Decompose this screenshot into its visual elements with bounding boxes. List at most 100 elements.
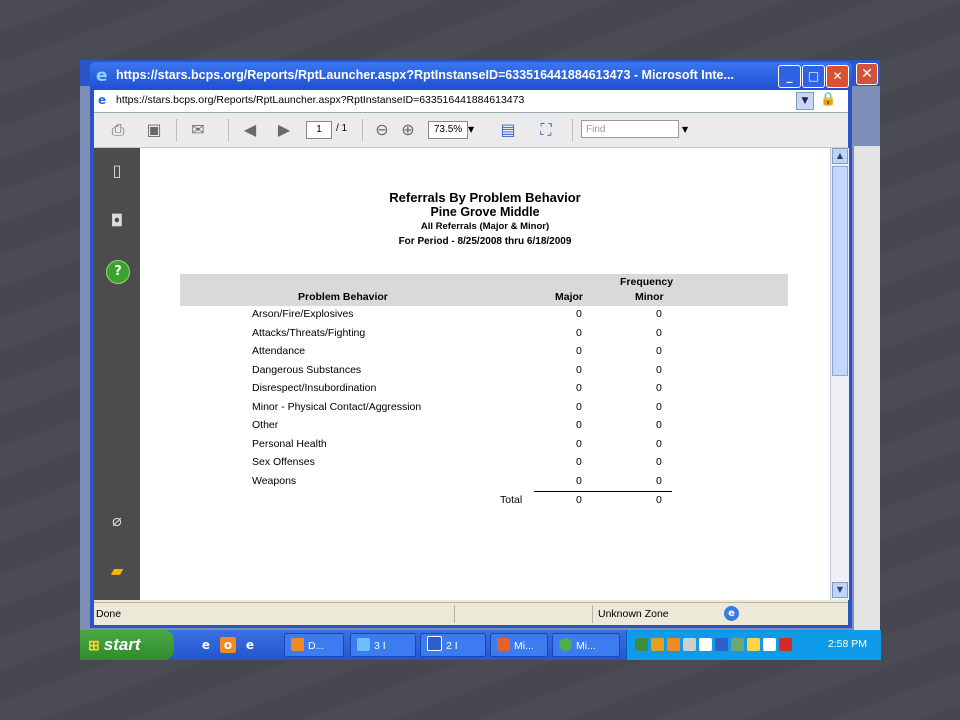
header-major: Major xyxy=(555,291,584,303)
table-row: Other 0 0 xyxy=(140,419,830,438)
tray-icon[interactable] xyxy=(747,638,760,651)
comments-icon[interactable]: ▰ xyxy=(106,560,128,582)
zoom-level-input[interactable]: 73.5% xyxy=(428,121,468,139)
total-label: Total xyxy=(500,494,523,506)
major-count: 0 xyxy=(576,363,582,376)
next-page-icon[interactable]: ▶ xyxy=(272,119,296,141)
report-title: Referrals By Problem Behavior xyxy=(389,190,581,205)
behavior-label: Other xyxy=(252,419,279,431)
desktop-quicklaunch-icon[interactable]: e xyxy=(242,637,258,653)
address-url[interactable]: https://stars.bcps.org/Reports/RptLaunch… xyxy=(116,94,524,106)
tray-icon[interactable] xyxy=(683,638,696,651)
page-number-input[interactable]: 1 xyxy=(306,121,332,139)
outlook-quicklaunch-icon[interactable]: o xyxy=(220,637,236,653)
minor-count: 0 xyxy=(656,382,662,394)
minor-count: 0 xyxy=(656,326,662,339)
page-count: / 1 xyxy=(336,123,348,134)
status-bar: Done Unknown Zone e xyxy=(94,602,848,625)
toolbar-separator xyxy=(176,119,177,141)
report-subtitle: All Referrals (Major & Minor) xyxy=(420,221,550,232)
start-button[interactable]: ⊞ start xyxy=(80,630,174,660)
folder-icon xyxy=(291,638,304,651)
taskbar-item[interactable]: Mi... xyxy=(552,633,620,657)
table-body: Arson/Fire/Explosives 0 0 Attacks/Threats/… xyxy=(140,308,830,493)
taskbar-item[interactable]: Mi... xyxy=(490,633,548,657)
pages-icon[interactable]: ▯ xyxy=(106,160,128,182)
taskbar-item[interactable]: 2 I xyxy=(420,633,486,657)
help-icon[interactable]: ? xyxy=(106,260,130,284)
minor-count: 0 xyxy=(656,400,662,413)
header-frequency: Frequency xyxy=(620,276,674,288)
toolbar-separator xyxy=(572,119,573,141)
vertical-scrollbar[interactable]: ▲ ▼ xyxy=(830,148,849,600)
tray-icon[interactable] xyxy=(667,638,680,651)
system-tray: 2:58 PM xyxy=(626,630,881,660)
minor-count: 0 xyxy=(656,437,662,450)
close-button[interactable]: ✕ xyxy=(826,65,849,88)
toolbar-separator xyxy=(362,119,363,141)
zoom-out-icon[interactable]: ⊖ xyxy=(370,119,394,141)
paperclip-icon[interactable]: ⌀ xyxy=(106,510,128,532)
status-text: Done xyxy=(96,608,122,620)
major-count: 0 xyxy=(576,345,582,357)
behavior-label: Disrespect/Insubordination xyxy=(252,382,377,394)
report-popup-window: e https://stars.bcps.org/Reports/RptLaun… xyxy=(90,62,852,628)
minor-count: 0 xyxy=(656,345,662,357)
minor-count: 0 xyxy=(656,363,662,376)
scroll-thumb[interactable] xyxy=(832,166,848,376)
ie-logo-icon: e xyxy=(96,66,108,86)
email-icon[interactable]: ✉ xyxy=(186,119,210,141)
table-row: Minor - Physical Contact/Aggression 0 0 xyxy=(140,401,830,420)
taskbar-item[interactable]: 3 I xyxy=(350,633,416,657)
binoculars-icon[interactable]: ◘ xyxy=(106,210,128,232)
minimize-button[interactable]: _ xyxy=(778,65,801,88)
task-label: D... xyxy=(308,640,325,652)
find-input[interactable]: Find xyxy=(581,120,679,138)
scroll-down-button[interactable]: ▼ xyxy=(832,582,848,598)
scroll-up-button[interactable]: ▲ xyxy=(832,148,848,164)
task-label: Mi... xyxy=(576,640,596,652)
address-dropdown-button[interactable]: ▼ xyxy=(796,92,814,110)
maximize-button[interactable]: □ xyxy=(802,65,825,88)
tray-icon[interactable] xyxy=(731,638,744,651)
tray-icon[interactable] xyxy=(651,638,664,651)
table-row: Disrespect/Insubordination 0 0 xyxy=(140,382,830,401)
lock-icon[interactable]: 🔒 xyxy=(820,92,836,108)
total-minor: 0 xyxy=(656,494,662,506)
major-count: 0 xyxy=(576,382,582,394)
zoom-in-icon[interactable]: ⊕ xyxy=(396,119,420,141)
print-icon[interactable]: ⎙ xyxy=(106,119,130,141)
table-header: Frequency Problem Behavior Major Minor xyxy=(180,274,788,306)
save-icon[interactable]: ▣ xyxy=(142,119,166,141)
behavior-label: Dangerous Substances xyxy=(252,363,362,376)
previous-page-icon[interactable]: ◀ xyxy=(238,119,262,141)
task-label: Mi... xyxy=(514,640,534,652)
behavior-label: Attacks/Threats/Fighting xyxy=(252,326,366,339)
tray-icon[interactable] xyxy=(635,638,648,651)
fit-page-icon[interactable]: ▤ xyxy=(496,119,520,141)
major-count: 0 xyxy=(576,474,582,487)
behavior-label: Arson/Fire/Explosives xyxy=(252,308,354,320)
clock[interactable]: 2:58 PM xyxy=(828,638,867,650)
tray-icon[interactable] xyxy=(715,638,728,651)
major-count: 0 xyxy=(576,326,582,339)
report-page: Referrals By Problem Behavior Pine Grove… xyxy=(140,148,830,600)
fit-width-icon[interactable]: ⛶ xyxy=(534,119,558,141)
ie-quicklaunch-icon[interactable]: e xyxy=(198,637,214,653)
behavior-label: Personal Health xyxy=(252,437,327,450)
tray-icon[interactable] xyxy=(779,638,792,651)
app-icon xyxy=(497,638,510,651)
address-bar[interactable]: e https://stars.bcps.org/Reports/RptLaun… xyxy=(94,90,848,113)
behavior-label: Attendance xyxy=(252,345,306,357)
pdf-toolbar: ⎙ ▣ ✉ ◀ ▶ 1 / 1 ⊖ ⊕ 73.5% ▼ ▤ ⛶ Find ▼ xyxy=(94,113,848,148)
minor-count: 0 xyxy=(656,308,662,320)
taskbar-item[interactable]: D... xyxy=(284,633,344,657)
tray-icon[interactable] xyxy=(699,638,712,651)
app-icon xyxy=(559,638,572,651)
find-dropdown-icon[interactable]: ▼ xyxy=(682,121,688,139)
header-problem-behavior: Problem Behavior xyxy=(298,291,388,303)
navigation-panel: ▯ ◘ ? ⌀ ▰ xyxy=(94,148,140,600)
zoom-dropdown-icon[interactable]: ▼ xyxy=(468,121,478,139)
background-close-button[interactable]: ✕ xyxy=(856,63,878,85)
tray-icon[interactable] xyxy=(763,638,776,651)
